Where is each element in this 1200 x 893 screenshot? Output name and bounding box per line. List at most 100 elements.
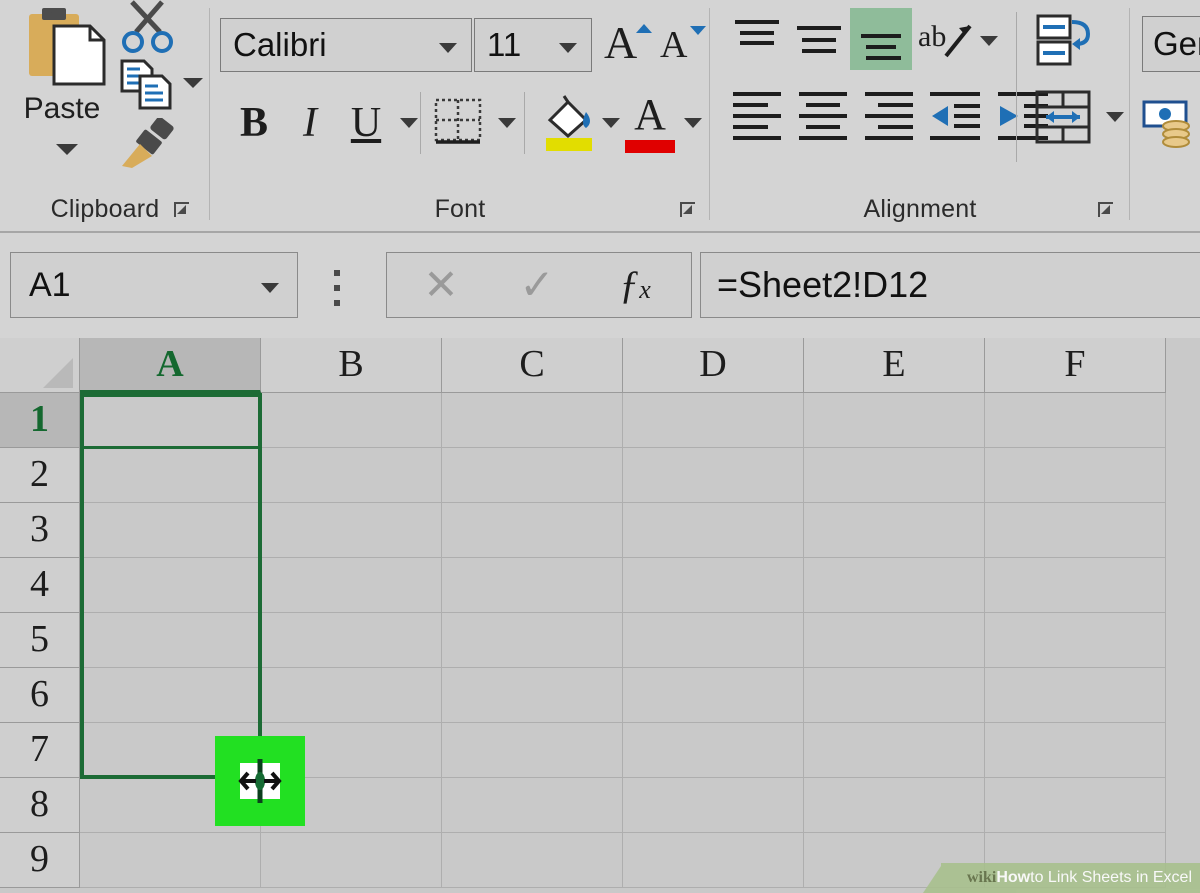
row-header-8[interactable]: 8 [0,778,80,833]
font-name-caret[interactable] [439,43,457,53]
row-header-5[interactable]: 5 [0,613,80,668]
column-header-C[interactable]: C [442,338,623,393]
cell-A3[interactable] [80,503,261,558]
cell-B2[interactable] [261,448,442,503]
cell-D4[interactable] [623,558,804,613]
row-header-3[interactable]: 3 [0,503,80,558]
align-center-button[interactable] [794,88,856,148]
cell-E8[interactable] [804,778,985,833]
font-size-input[interactable]: 11 [474,18,592,72]
cell-D5[interactable] [623,613,804,668]
merge-center-dropdown-caret[interactable] [1106,112,1124,122]
cell-E2[interactable] [804,448,985,503]
font-size-caret[interactable] [559,43,577,53]
cell-B9[interactable] [261,833,442,888]
cell-B1[interactable] [261,393,442,448]
cell-A9[interactable] [80,833,261,888]
cell-B6[interactable] [261,668,442,723]
wrap-text-button[interactable] [1032,12,1098,70]
font-name-input[interactable]: Calibri [220,18,472,72]
cell-F7[interactable] [985,723,1166,778]
select-all-corner[interactable] [0,338,80,393]
increase-font-size-button[interactable]: A [602,16,654,72]
font-color-dropdown-caret[interactable] [684,118,702,128]
cell-C9[interactable] [442,833,623,888]
row-header-1[interactable]: 1 [0,393,80,448]
formula-bar-handle[interactable] [334,270,342,316]
decrease-indent-button[interactable] [924,88,988,148]
check-icon[interactable]: ✓ [489,253,585,317]
cell-B4[interactable] [261,558,442,613]
borders-dropdown-caret[interactable] [498,118,516,128]
format-painter-button[interactable] [118,116,182,170]
cell-B5[interactable] [261,613,442,668]
cell-F5[interactable] [985,613,1166,668]
cell-C1[interactable] [442,393,623,448]
cell-D3[interactable] [623,503,804,558]
cell-F3[interactable] [985,503,1166,558]
cell-D6[interactable] [623,668,804,723]
cell-C6[interactable] [442,668,623,723]
orientation-dropdown-caret[interactable] [980,36,998,46]
fx-icon[interactable]: ƒx [585,253,685,317]
name-box-caret[interactable] [261,283,279,293]
paste-button[interactable]: Paste [8,4,116,169]
align-right-button[interactable] [860,88,922,148]
cancel-icon[interactable]: ✕ [393,253,489,317]
number-format-input[interactable]: Gene [1142,16,1200,72]
cell-C7[interactable] [442,723,623,778]
align-middle-button[interactable] [790,14,848,68]
font-dialog-launcher[interactable] [678,200,698,220]
cell-E5[interactable] [804,613,985,668]
cell-D9[interactable] [623,833,804,888]
cell-C5[interactable] [442,613,623,668]
cell-E1[interactable] [804,393,985,448]
copy-button[interactable] [118,58,180,112]
underline-dropdown-caret[interactable] [400,118,418,128]
cell-A4[interactable] [80,558,261,613]
cell-E4[interactable] [804,558,985,613]
cell-C4[interactable] [442,558,623,613]
cell-F8[interactable] [985,778,1166,833]
cell-C2[interactable] [442,448,623,503]
copy-dropdown-caret[interactable] [183,78,203,88]
orientation-button[interactable]: ab [916,12,978,70]
cell-E6[interactable] [804,668,985,723]
column-header-F[interactable]: F [985,338,1166,393]
cell-E7[interactable] [804,723,985,778]
row-header-9[interactable]: 9 [0,833,80,888]
cell-A6[interactable] [80,668,261,723]
formula-input[interactable]: =Sheet2!D12 [700,252,1200,318]
align-left-button[interactable] [728,88,790,148]
fill-color-dropdown-caret[interactable] [602,118,620,128]
row-header-7[interactable]: 7 [0,723,80,778]
cell-A5[interactable] [80,613,261,668]
accounting-format-button[interactable] [1142,96,1200,152]
cell-C8[interactable] [442,778,623,833]
row-header-2[interactable]: 2 [0,448,80,503]
cell-A2[interactable] [80,448,261,503]
cell-F6[interactable] [985,668,1166,723]
paste-dropdown-caret[interactable] [56,144,78,155]
bold-button[interactable]: B [228,92,280,154]
cell-D1[interactable] [623,393,804,448]
row-header-4[interactable]: 4 [0,558,80,613]
cell-C3[interactable] [442,503,623,558]
fill-color-button[interactable] [540,92,598,154]
merge-center-button[interactable] [1032,88,1100,148]
cell-D7[interactable] [623,723,804,778]
name-box[interactable]: A1 [10,252,298,318]
align-bottom-button[interactable] [850,8,912,70]
column-header-D[interactable]: D [623,338,804,393]
column-header-A[interactable]: A [80,338,261,393]
decrease-font-size-button[interactable]: A [656,16,708,72]
borders-button[interactable] [432,96,488,150]
cell-E3[interactable] [804,503,985,558]
cell-D2[interactable] [623,448,804,503]
align-top-button[interactable] [728,14,786,68]
cell-A1[interactable] [80,393,261,448]
cell-F1[interactable] [985,393,1166,448]
column-header-B[interactable]: B [261,338,442,393]
cell-F2[interactable] [985,448,1166,503]
row-header-6[interactable]: 6 [0,668,80,723]
